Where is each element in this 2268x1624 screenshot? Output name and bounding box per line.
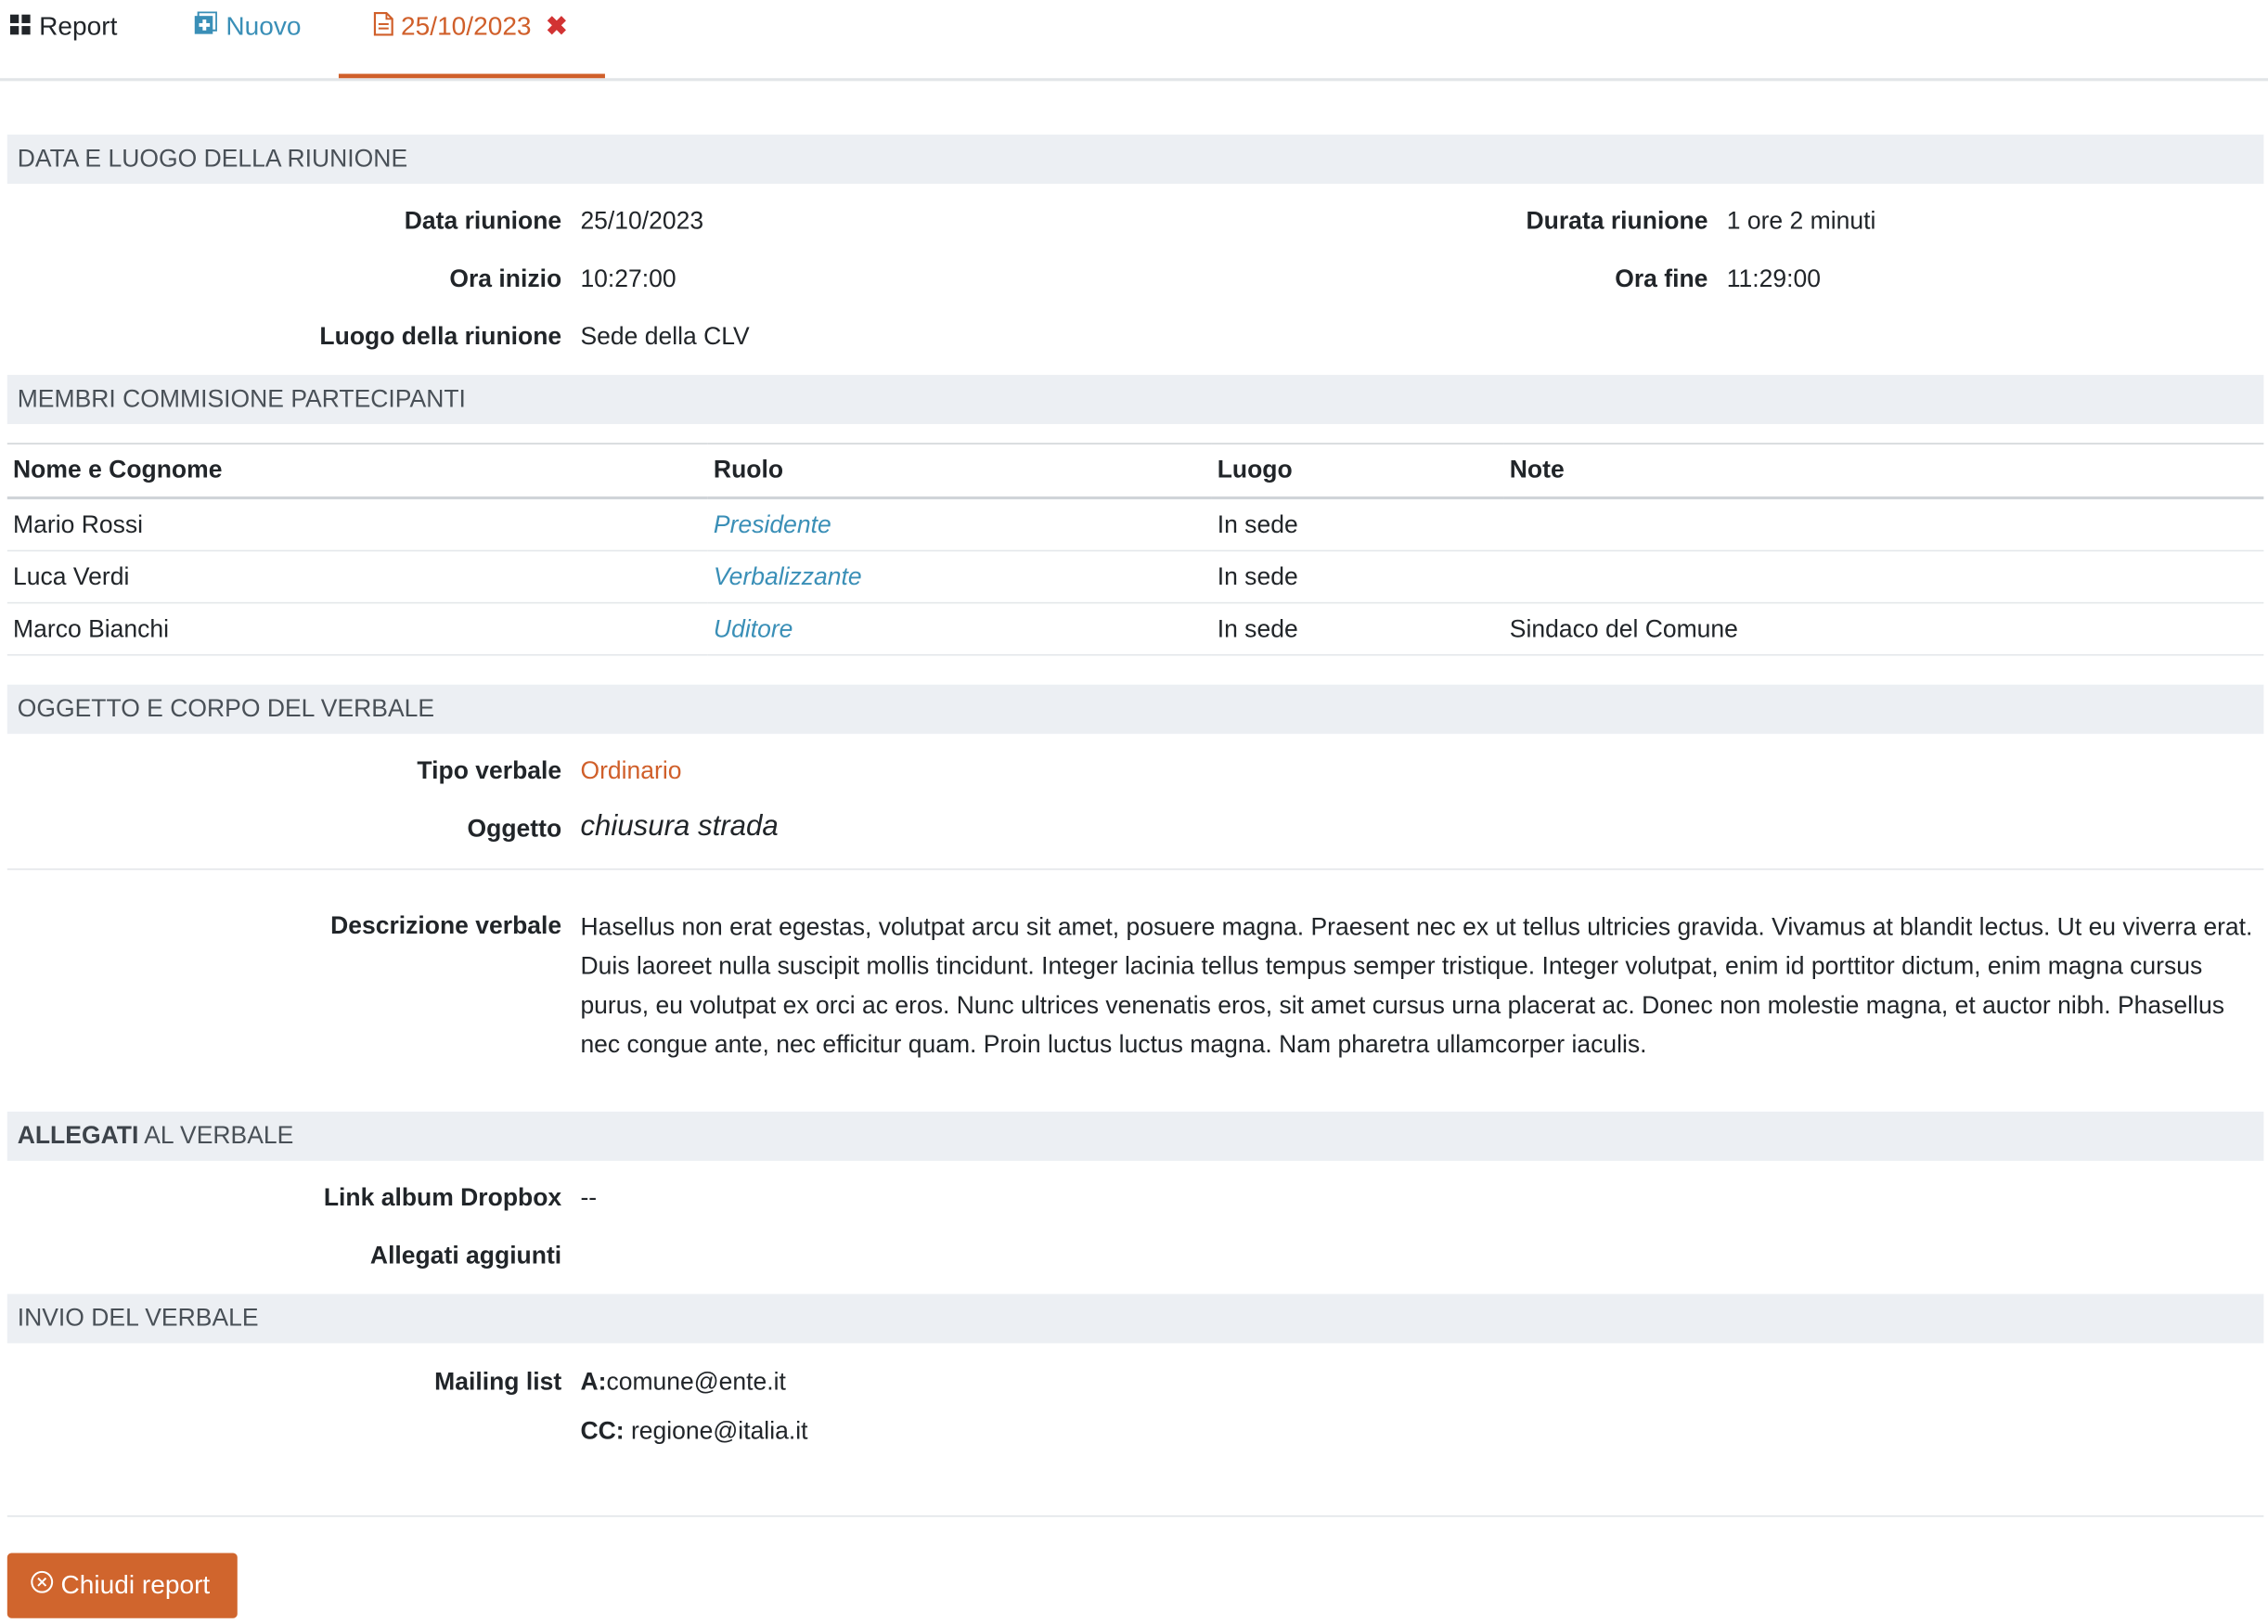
tab-nuovo-label: Nuovo (226, 11, 302, 41)
report-type-label: Tipo verbale (417, 756, 562, 785)
end-time-label: Ora fine (1615, 264, 1708, 293)
circle-close-icon (31, 1571, 54, 1594)
section-header-members: MEMBRI COMMISIONE PARTECIPANTI (6, 374, 2264, 424)
tab-current-label: 25/10/2023 (401, 11, 532, 41)
section-header-meeting: DATA E LUOGO DELLA RIUNIONE (6, 135, 2264, 185)
end-time-value: 11:29:00 (1726, 264, 1821, 293)
dropbox-value: -- (580, 1183, 598, 1212)
add-square-icon (194, 11, 217, 35)
close-report-label: Chiudi report (60, 1570, 211, 1600)
report-page: Report Nuovo 25/10/2023 ✖ DATA E LUOGO DE… (0, 0, 2268, 1624)
member-place: In sede (1211, 550, 1504, 604)
mailing-cc: CC: regione@italia.it (580, 1417, 807, 1446)
mailing-list-label: Mailing list (434, 1367, 562, 1396)
table-row: Marco Bianchi Uditore In sede Sindaco de… (6, 602, 2264, 656)
mailing-to-value: comune@ente.it (606, 1367, 786, 1396)
member-place: In sede (1211, 602, 1504, 656)
section-header-subject: OGGETTO E CORPO DEL VERBALE (6, 684, 2264, 734)
start-time-value: 10:27:00 (580, 264, 677, 293)
tab-report-label: Report (39, 11, 118, 41)
member-name: Mario Rossi (6, 497, 708, 552)
section-header-attachments-rest: AL VERBALE (138, 1121, 294, 1150)
section-header-send: INVIO DEL VERBALE (6, 1294, 2264, 1344)
column-header-name: Nome e Cognome (6, 443, 708, 500)
table-header-row: Nome e Cognome Ruolo Luogo Note (6, 443, 2264, 500)
close-report-button[interactable]: Chiudi report (6, 1553, 238, 1618)
place-value: Sede della CLV (580, 322, 750, 351)
document-icon (373, 11, 393, 36)
date-value: 25/10/2023 (580, 207, 704, 235)
tab-current-report[interactable]: 25/10/2023 ✖ (338, 0, 605, 79)
duration-value: 1 ore 2 minuti (1726, 207, 1876, 235)
divider (6, 1515, 2264, 1517)
dropbox-label: Link album Dropbox (323, 1183, 562, 1212)
description-text: Hasellus non erat egestas, volutpat arcu… (580, 913, 2253, 1059)
mailing-cc-value: regione@italia.it (624, 1416, 808, 1445)
report-type-value: Ordinario (580, 756, 682, 785)
divider (6, 868, 2264, 870)
object-label: Oggetto (467, 815, 562, 843)
section-header-attachments-bold: ALLEGATI (17, 1121, 139, 1150)
section-header-attachments: ALLEGATI AL VERBALE (6, 1111, 2264, 1161)
place-label: Luogo della riunione (319, 322, 562, 351)
member-role-link[interactable]: Verbalizzante (707, 550, 1212, 604)
column-header-note: Note (1503, 443, 2264, 500)
mailing-cc-label: CC: (580, 1416, 625, 1445)
member-role-link[interactable]: Presidente (707, 497, 1212, 552)
member-note (1503, 497, 2264, 552)
members-table: Nome e Cognome Ruolo Luogo Note Mario Ro… (6, 443, 2264, 656)
mailing-to-label: A: (580, 1367, 607, 1396)
column-header-role: Ruolo (707, 443, 1212, 500)
grid-icon (9, 14, 31, 35)
table-row: Luca Verdi Verbalizzante In sede (6, 550, 2264, 604)
table-row: Mario Rossi Presidente In sede (6, 497, 2264, 552)
member-place: In sede (1211, 497, 1504, 552)
date-label: Data riunione (404, 207, 562, 235)
tab-bar: Report Nuovo 25/10/2023 ✖ (0, 0, 2268, 82)
mailing-to: A:comune@ente.it (580, 1368, 785, 1397)
member-name: Luca Verdi (6, 550, 708, 604)
member-name: Marco Bianchi (6, 602, 708, 656)
column-header-place: Luogo (1211, 443, 1504, 500)
member-note (1503, 550, 2264, 604)
close-tab-icon[interactable]: ✖ (546, 11, 568, 40)
tab-nuovo[interactable]: Nuovo (194, 0, 301, 78)
duration-label: Durata riunione (1526, 207, 1708, 235)
object-value: chiusura strada (580, 810, 779, 843)
attachments-added-label: Allegati aggiunti (369, 1242, 562, 1270)
member-note: Sindaco del Comune (1503, 602, 2264, 656)
description-label: Descrizione verbale (330, 911, 562, 940)
tab-report[interactable]: Report (9, 0, 118, 78)
start-time-label: Ora inizio (449, 264, 562, 293)
member-role-link[interactable]: Uditore (707, 602, 1212, 656)
